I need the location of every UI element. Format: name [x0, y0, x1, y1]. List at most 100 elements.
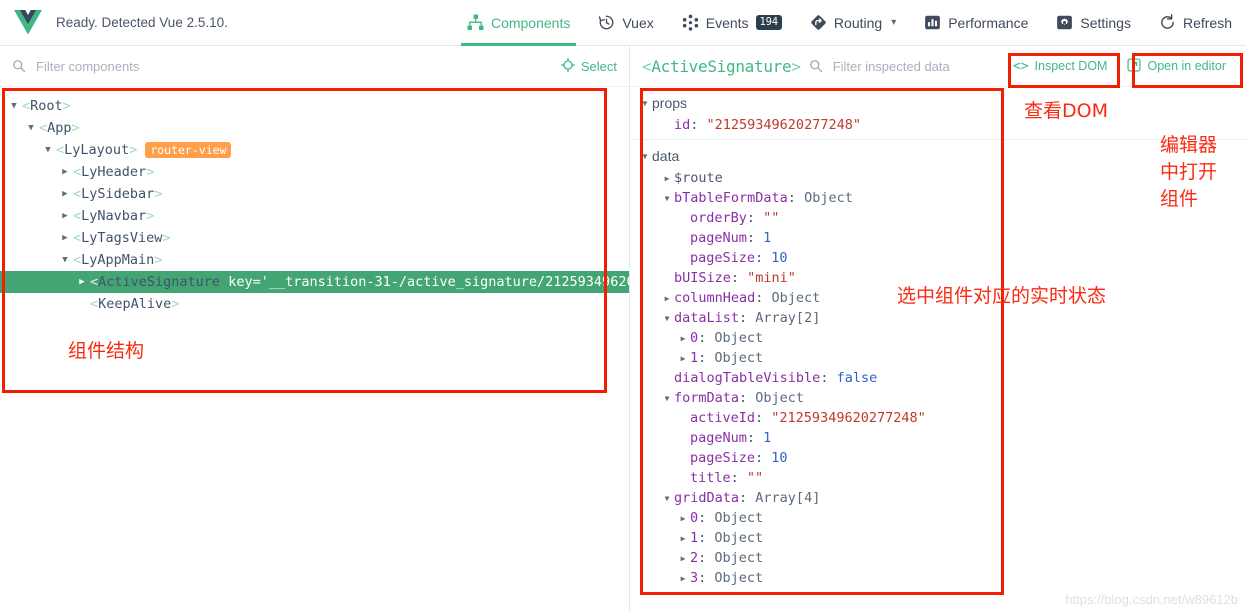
chevron-down-icon[interactable]: ▼ [40, 145, 56, 155]
data-key: dialogTableVisible [674, 370, 821, 386]
component-tree-row[interactable]: ▶ <ActiveSignature key='__transition-31-/… [0, 271, 629, 293]
chevron-right-icon[interactable]: ▶ [57, 211, 73, 221]
data-key: pageNum [690, 430, 747, 446]
data-key: columnHead [674, 290, 756, 306]
data-value: 1 [763, 230, 772, 246]
tab-refresh[interactable]: Refresh [1145, 0, 1246, 46]
select-button[interactable]: Select [560, 57, 617, 75]
data-row[interactable]: ▼ dataList: Array[2] [630, 308, 1246, 328]
filter-inspected-data-input[interactable] [830, 57, 999, 75]
filter-components-input[interactable] [34, 57, 553, 75]
chevron-right-icon[interactable]: ▶ [74, 277, 90, 287]
data-value: Array[2] [755, 310, 821, 326]
main-panes: Select ▼<Root>▼<App>▼<LyLayout>router-vi… [0, 46, 1246, 611]
data-row[interactable]: ▶orderBy: "" [630, 208, 1246, 228]
bar-chart-icon [924, 14, 941, 31]
chevron-right-icon[interactable]: ▶ [676, 534, 690, 543]
data-row[interactable]: ▶ 0: Object [630, 508, 1246, 528]
chevron-down-icon[interactable]: ▼ [660, 494, 674, 503]
component-tree-row[interactable]: ▶ <LySidebar> [0, 183, 629, 205]
data-key: 1 [690, 350, 699, 366]
chevron-right-icon[interactable]: ▶ [57, 233, 73, 243]
component-tag-name: <Root> [22, 98, 71, 114]
tab-label: Components [490, 14, 571, 31]
chevron-right-icon[interactable]: ▶ [676, 514, 690, 523]
data-value: "21259349620277248" [706, 117, 861, 133]
data-colon: : [698, 550, 715, 566]
data-key: activeId [690, 410, 756, 426]
component-tree-row[interactable]: ▶ <LyHeader> [0, 161, 629, 183]
component-tree-row[interactable]: ▶ <LyTagsView> [0, 227, 629, 249]
toolbar-tabs: Components Vuex Events 194 Routing ▾ Per… [453, 0, 1246, 46]
data-row[interactable]: ▼ formData: Object [630, 388, 1246, 408]
data-row[interactable]: ▼ bTableFormData: Object [630, 188, 1246, 208]
component-tree-row[interactable]: ▼ <LyLayout> router-view [0, 139, 629, 161]
chevron-right-icon[interactable]: ▶ [57, 167, 73, 177]
component-tag-name: <App> [39, 120, 80, 136]
chevron-down-icon[interactable]: ▼ [660, 314, 674, 323]
chevron-down-icon[interactable]: ▼ [6, 101, 22, 111]
chevron-down-icon[interactable]: ▼ [638, 152, 652, 161]
chevron-right-icon[interactable]: ▶ [676, 574, 690, 583]
chevron-right-icon[interactable]: ▶ [676, 334, 690, 343]
tab-events[interactable]: Events 194 [668, 0, 796, 46]
chevron-down-icon[interactable]: ▼ [23, 123, 39, 133]
chevron-down-icon[interactable]: ▼ [57, 255, 73, 265]
component-tag-name: <KeepAlive> [90, 296, 180, 312]
data-colon: : [755, 290, 772, 306]
data-value: "21259349620277248" [771, 410, 926, 426]
tab-label: Vuex [622, 14, 654, 31]
tab-components[interactable]: Components [453, 0, 584, 46]
data-row[interactable]: ▶ $route [630, 168, 1246, 188]
data-row[interactable]: ▶dialogTableVisible: false [630, 368, 1246, 388]
inspect-dom-button[interactable]: <> Inspect DOM [1007, 56, 1114, 77]
hierarchy-icon [467, 14, 484, 31]
data-row[interactable]: ▶pageSize: 10 [630, 248, 1246, 268]
tab-label: Events [705, 14, 749, 31]
data-row[interactable]: ▶ 3: Object [630, 568, 1246, 588]
tab-performance[interactable]: Performance [910, 0, 1042, 46]
open-in-editor-button[interactable]: Open in editor [1121, 55, 1232, 78]
chevron-right-icon[interactable]: ▶ [57, 189, 73, 199]
chevron-down-icon[interactable]: ▼ [638, 99, 652, 108]
data-key: title [690, 470, 731, 486]
chevron-right-icon[interactable]: ▶ [676, 554, 690, 563]
data-group-data[interactable]: ▼ data [630, 144, 1246, 168]
data-row[interactable]: ▶id: "21259349620277248" [630, 115, 1246, 135]
component-tree-row[interactable]: ▼ <LyAppMain> [0, 249, 629, 271]
chevron-down-icon[interactable]: ▼ [660, 394, 674, 403]
data-row[interactable]: ▶ 2: Object [630, 548, 1246, 568]
data-row[interactable]: ▶ 0: Object [630, 328, 1246, 348]
data-key: 0 [690, 330, 699, 346]
component-tree-row[interactable]: ▼ <App> [0, 117, 629, 139]
clock-history-icon [598, 14, 615, 31]
chevron-right-icon[interactable]: ▶ [660, 294, 674, 303]
chevron-right-icon[interactable]: ▶ [660, 174, 674, 183]
data-group-label: props [652, 95, 688, 111]
component-tag-name: <ActiveSignature key='__transition-31-/a… [90, 274, 629, 290]
chevron-right-icon[interactable]: ▶ [676, 354, 690, 363]
data-colon: : [755, 250, 772, 266]
tab-settings[interactable]: Settings [1042, 0, 1145, 46]
chevron-down-icon[interactable]: ▼ [660, 194, 674, 203]
component-tag-name: <LyTagsView> [73, 230, 171, 246]
component-tree-row[interactable]: ▶ <LyNavbar> [0, 205, 629, 227]
tab-vuex[interactable]: Vuex [584, 0, 667, 46]
data-value: "mini" [747, 270, 796, 286]
data-key: 0 [690, 510, 699, 526]
data-row[interactable]: ▶pageNum: 1 [630, 228, 1246, 248]
component-tree-row[interactable]: ▶<KeepAlive> [0, 293, 629, 315]
data-row[interactable]: ▶activeId: "21259349620277248" [630, 408, 1246, 428]
component-tree-row[interactable]: ▼ <Root> [0, 95, 629, 117]
data-key: formData [674, 390, 740, 406]
data-group-props[interactable]: ▼ props [630, 91, 1246, 115]
data-row[interactable]: ▶pageSize: 10 [630, 448, 1246, 468]
chevron-down-icon[interactable]: ▾ [891, 17, 896, 28]
data-row[interactable]: ▶ 1: Object [630, 528, 1246, 548]
data-colon: : [698, 330, 715, 346]
data-row[interactable]: ▼ gridData: Array[4] [630, 488, 1246, 508]
data-row[interactable]: ▶pageNum: 1 [630, 428, 1246, 448]
tab-routing[interactable]: Routing ▾ [796, 0, 910, 46]
data-row[interactable]: ▶title: "" [630, 468, 1246, 488]
data-row[interactable]: ▶ 1: Object [630, 348, 1246, 368]
